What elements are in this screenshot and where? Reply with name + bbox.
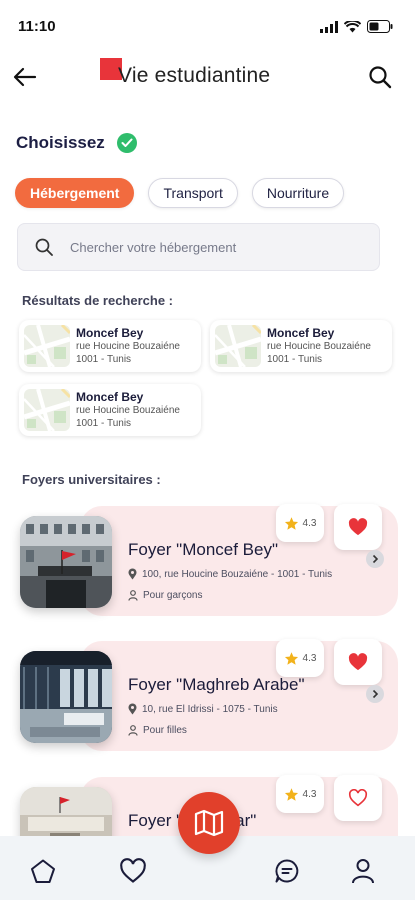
result-card[interactable]: Moncef Bey rue Houcine Bouzaiéne 1001 - … (210, 320, 392, 372)
heart-icon (120, 858, 146, 883)
result-name: Moncef Bey (76, 325, 144, 340)
chevron-right-button[interactable] (366, 685, 384, 703)
foyer-address-row: 10, rue El Idrissi - 1075 - Tunis (128, 703, 278, 715)
status-icons (320, 20, 393, 33)
result-street: rue Houcine Bouzaiéne (267, 340, 371, 352)
star-icon (284, 516, 298, 530)
foyer-card[interactable]: Foyer "Moncef Bey" 100, rue Houcine Bouz… (20, 504, 398, 616)
page-title: Vie estudiantine (118, 64, 271, 87)
search-input[interactable]: Chercher votre hébergement (17, 223, 380, 271)
result-card[interactable]: Moncef Bey rue Houcine Bouzaiéne 1001 - … (19, 384, 201, 436)
chevron-right-button[interactable] (366, 550, 384, 568)
foyer-address-row: 100, rue Houcine Bouzaiéne - 1001 - Tuni… (128, 568, 332, 580)
foyer-type-row: Pour filles (128, 725, 187, 736)
nav-profile[interactable] (348, 856, 378, 886)
heart-filled-icon (348, 653, 368, 671)
foyer-name: Foyer "Moncef Bey" (128, 540, 279, 559)
rating-badge: 4.3 (276, 504, 324, 542)
tab-transport[interactable]: Transport (148, 178, 238, 208)
wifi-icon (344, 20, 361, 32)
category-tabs: Hébergement Transport Nourriture (15, 178, 345, 208)
foyer-type: Pour garçons (143, 590, 203, 601)
foyer-address: 100, rue Houcine Bouzaiéne - 1001 - Tuni… (142, 568, 333, 580)
foyer-address: 10, rue El Idrissi - 1075 - Tunis (142, 703, 278, 715)
foyer-type: Pour filles (143, 725, 187, 736)
favorite-button[interactable] (334, 775, 382, 821)
result-street: rue Houcine Bouzaiéne (76, 404, 180, 416)
heart-outline-icon (348, 789, 368, 807)
result-name: Moncef Bey (267, 325, 335, 340)
section-heading-choose: Choisissez (16, 133, 105, 152)
rating-value: 4.3 (302, 788, 317, 800)
chat-icon (275, 859, 299, 883)
foyer-type-row: Pour garçons (128, 590, 202, 601)
rating-badge: 4.3 (276, 639, 324, 677)
star-icon (284, 651, 298, 665)
map-thumbnail (215, 325, 261, 367)
tab-hebergement[interactable]: Hébergement (15, 178, 135, 208)
home-icon (31, 859, 55, 883)
location-pin-icon (128, 568, 137, 580)
chevron-right-icon (372, 689, 379, 699)
search-button[interactable] (365, 62, 395, 92)
check-icon (116, 133, 137, 153)
location-pin-icon (128, 703, 137, 715)
rating-badge: 4.3 (276, 775, 324, 813)
foyer-photo (20, 516, 112, 608)
status-time: 11:10 (18, 18, 56, 35)
search-icon (369, 66, 392, 89)
favorite-button[interactable] (334, 639, 382, 685)
result-card[interactable]: Moncef Bey rue Houcine Bouzaiéne 1001 - … (19, 320, 201, 372)
heart-filled-icon (348, 518, 368, 536)
back-button[interactable] (10, 62, 40, 92)
choose-row: Choisissez (16, 133, 137, 153)
result-city: 1001 - Tunis (267, 353, 323, 365)
battery-icon (367, 20, 393, 33)
result-street: rue Houcine Bouzaiéne (76, 340, 180, 352)
map-thumbnail (24, 389, 70, 431)
map-icon (194, 809, 224, 837)
nav-favorites[interactable] (118, 856, 148, 886)
person-icon (128, 725, 138, 736)
map-button[interactable] (178, 792, 240, 854)
map-thumbnail (24, 325, 70, 367)
rating-value: 4.3 (302, 652, 317, 664)
result-city: 1001 - Tunis (76, 353, 132, 365)
user-icon (352, 859, 374, 884)
result-name: Moncef Bey (76, 389, 144, 404)
foyer-name: Foyer "Maghreb Arabe" (128, 675, 305, 694)
results-heading: Résultats de recherche : (22, 293, 174, 308)
result-city: 1001 - Tunis (76, 417, 132, 429)
tab-nourriture[interactable]: Nourriture (251, 178, 345, 208)
nav-messages[interactable] (272, 856, 302, 886)
star-icon (284, 787, 298, 801)
search-placeholder: Chercher votre hébergement (70, 239, 237, 255)
arrow-left-icon (13, 67, 37, 87)
app-header: Vie estudiantine (0, 56, 415, 100)
foyer-card[interactable]: Foyer "Maghreb Arabe" 10, rue El Idrissi… (20, 639, 398, 751)
rating-value: 4.3 (302, 517, 317, 529)
search-icon (35, 238, 53, 256)
chevron-right-icon (372, 554, 379, 564)
foyer-photo (20, 651, 112, 743)
signal-icon (320, 20, 338, 33)
person-icon (128, 590, 138, 601)
favorite-button[interactable] (334, 504, 382, 550)
status-bar: 11:10 (0, 0, 415, 48)
nav-home[interactable] (28, 856, 58, 886)
foyers-heading: Foyers universitaires : (22, 472, 161, 487)
